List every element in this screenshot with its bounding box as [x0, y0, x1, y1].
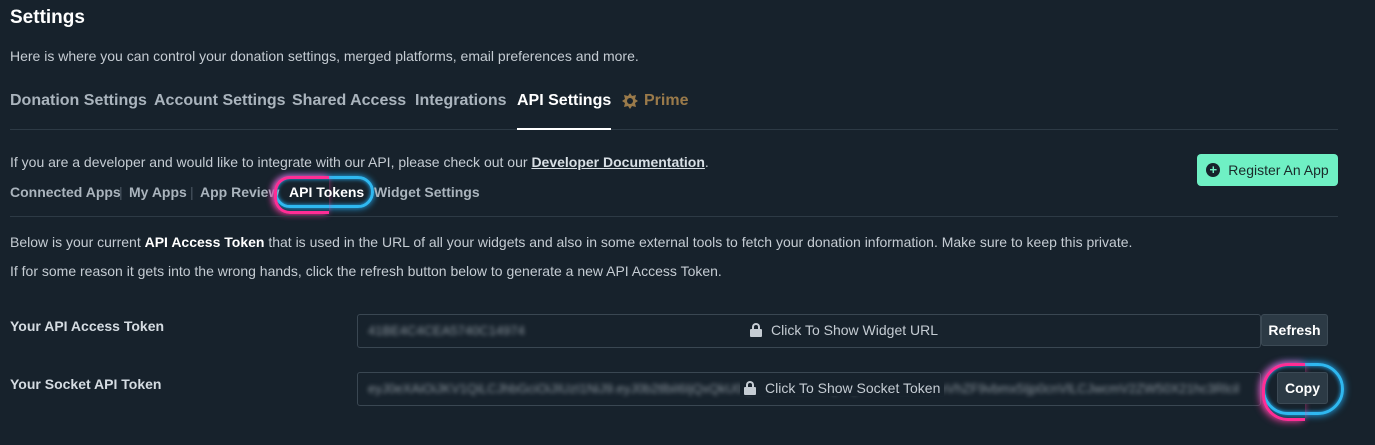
api-token-masked: 41BE4C4CEA5740C14974 [368, 323, 525, 338]
refresh-button[interactable]: Refresh [1261, 314, 1328, 346]
intro-text: If you are a developer and would like to… [10, 154, 532, 170]
plus-circle-icon: + [1206, 163, 1221, 177]
api-token-field[interactable]: 41BE4C4CEA5740C14974 Click To Show Widge… [357, 314, 1261, 348]
desc-text: Below is your current [10, 234, 145, 250]
subnav-separator: | [119, 184, 123, 200]
settings-tabs: Donation Settings Account Settings Share… [10, 84, 1338, 130]
tab-prime-label: Prime [644, 92, 689, 109]
subnav-separator: | [190, 184, 194, 200]
subnav-connected-apps[interactable]: Connected Apps [10, 184, 121, 200]
tab-api-settings[interactable]: API Settings [517, 92, 612, 130]
tab-donation-settings[interactable]: Donation Settings [10, 92, 147, 130]
prime-gear-icon [622, 93, 638, 109]
tab-prime[interactable]: Prime [622, 92, 688, 130]
api-token-label: Your API Access Token [10, 318, 165, 334]
copy-button[interactable]: Copy [1277, 372, 1328, 404]
subnav-api-tokens[interactable]: API Tokens [289, 184, 364, 200]
socket-token-label: Your Socket API Token [10, 376, 162, 392]
tab-shared-access[interactable]: Shared Access [292, 92, 406, 130]
show-widget-url[interactable]: Click To Show Widget URL [746, 322, 943, 338]
desc-bold: API Access Token [144, 234, 265, 250]
subnav-app-review[interactable]: App Review [200, 184, 279, 200]
token-description-line1: Below is your current API Access Token t… [10, 234, 1132, 250]
show-widget-url-label: Click To Show Widget URL [771, 322, 939, 338]
subnav-my-apps[interactable]: My Apps [129, 184, 187, 200]
show-socket-token[interactable]: Click To Show Socket Token [740, 380, 945, 396]
lock-icon [750, 323, 762, 337]
developer-documentation-link[interactable]: Developer Documentation [531, 154, 704, 170]
tab-integrations[interactable]: Integrations [415, 92, 507, 130]
developer-intro: If you are a developer and would like to… [10, 154, 709, 170]
socket-token-field[interactable]: eyJ0eXAiOiJKV1QiLCJhbGciOiJIUzI1NiJ9.eyJ… [357, 372, 1261, 406]
page-subtitle: Here is where you can control your donat… [10, 48, 639, 64]
page-title: Settings [10, 7, 85, 28]
token-description-line2: If for some reason it gets into the wron… [10, 263, 722, 279]
show-socket-token-label: Click To Show Socket Token [765, 380, 941, 396]
desc-text: that is used in the URL of all your widg… [264, 234, 1133, 250]
subnav-widget-settings[interactable]: Widget Settings [374, 184, 480, 200]
register-app-button[interactable]: + Register An App [1197, 154, 1338, 186]
register-app-label: Register An App [1228, 162, 1329, 178]
section-divider [10, 216, 1338, 217]
intro-after: . [704, 154, 709, 170]
settings-page: Settings Here is where you can control y… [0, 0, 1375, 445]
tab-account-settings[interactable]: Account Settings [154, 92, 286, 130]
lock-icon [744, 381, 756, 395]
